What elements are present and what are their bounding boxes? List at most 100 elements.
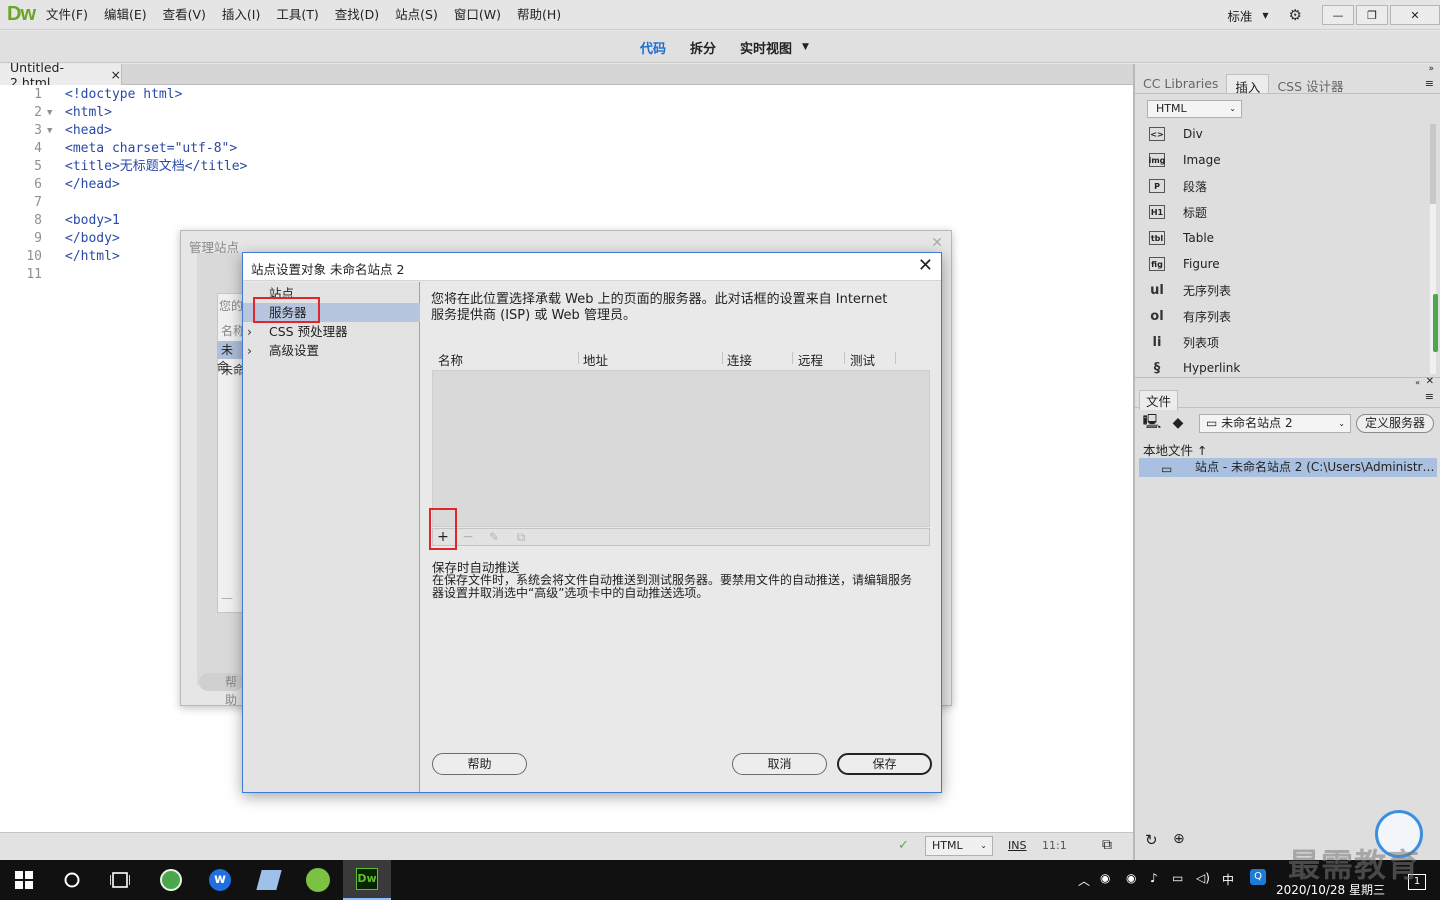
site-root-row[interactable]: ▭ 站点 - 未命名站点 2 (C:\Users\Administrator\.…	[1139, 458, 1437, 477]
collapse-icon[interactable]: »	[1428, 64, 1434, 74]
status-bar: ✓ HTML ⌄ INS 11:1 ⧉	[0, 832, 1133, 860]
tab-files[interactable]: 文件	[1139, 390, 1179, 410]
cancel-button[interactable]: 取消	[732, 753, 827, 775]
git-icon[interactable]: ◆	[1167, 414, 1189, 432]
connect-server-icon[interactable]: 🖳	[1141, 414, 1163, 432]
q-app-icon[interactable]: Q	[1250, 869, 1266, 885]
insert-category-label: HTML	[1156, 102, 1187, 115]
menu-find[interactable]: 查找(D)	[327, 0, 387, 30]
menu-site[interactable]: 站点(S)	[387, 0, 446, 30]
network-icon[interactable]: ▭	[1172, 871, 1183, 885]
minimize-button[interactable]: —	[1322, 5, 1354, 25]
insert-div[interactable]: <> Div	[1149, 124, 1203, 144]
insert-image[interactable]: img Image	[1149, 150, 1221, 170]
col-testing[interactable]: 测试	[850, 350, 875, 369]
collapse-icon[interactable]: «	[1415, 378, 1420, 387]
nav-advanced[interactable]: › 高级设置	[243, 341, 420, 360]
local-files-header[interactable]: 本地文件 ↑	[1143, 440, 1207, 459]
tab-css-designer[interactable]: CSS 设计器	[1269, 74, 1351, 94]
notes-icon	[256, 870, 282, 890]
help-button[interactable]: 帮助	[432, 753, 527, 775]
edit-server-button[interactable]: ✎	[484, 529, 504, 545]
sync-settings-icon[interactable]: ⚙	[1289, 6, 1302, 24]
define-server-button[interactable]: 定义服务器	[1356, 414, 1434, 433]
close-tab-icon[interactable]: ×	[111, 67, 121, 82]
document-type-select[interactable]: HTML ⌄	[925, 836, 993, 856]
insert-ol[interactable]: ol 有序列表	[1149, 306, 1231, 326]
tab-cc-libraries[interactable]: CC Libraries	[1135, 74, 1226, 93]
insert-hyperlink[interactable]: § Hyperlink	[1149, 358, 1241, 378]
insert-category-select[interactable]: HTML ⌄	[1147, 100, 1242, 118]
insert-heading[interactable]: H1 标题	[1149, 202, 1207, 222]
servers-list[interactable]	[432, 370, 930, 527]
close-panel-icon[interactable]: ✕	[1426, 376, 1434, 387]
col-connection[interactable]: 连接	[727, 350, 752, 369]
taskbar-app[interactable]	[294, 860, 342, 900]
insert-mode: INS	[1008, 839, 1027, 852]
manage-selected-row[interactable]: 未命	[217, 341, 243, 374]
restore-button[interactable]: ❐	[1356, 5, 1388, 25]
paragraph-icon: P	[1149, 179, 1165, 193]
qq-icon[interactable]: ◉	[1126, 871, 1136, 885]
volume-icon[interactable]: ◁)	[1196, 871, 1210, 885]
site-select[interactable]: ▭ 未命名站点 2 ⌄	[1199, 414, 1351, 433]
chevron-up-icon[interactable]: ︿	[1078, 872, 1090, 889]
site-root-label: 站点 - 未命名站点 2 (C:\Users\Administrator\...	[1195, 460, 1437, 474]
close-icon[interactable]: ✕	[918, 255, 933, 276]
remove-server-button[interactable]: −	[458, 529, 478, 545]
duplicate-server-button[interactable]: ⧉	[511, 529, 531, 545]
chevron-down-icon[interactable]: ▼	[802, 42, 809, 52]
panel-menu-icon[interactable]: ≡	[1425, 390, 1434, 403]
insert-li[interactable]: li 列表项	[1149, 332, 1219, 352]
dialog-titlebar: 站点设置对象 未命名站点 2 ✕	[243, 253, 941, 281]
folder-icon: ▭	[1206, 416, 1222, 430]
view-split-button[interactable]: 拆分	[690, 38, 716, 57]
globe-icon[interactable]: ⊕	[1173, 831, 1185, 847]
save-button[interactable]: 保存	[837, 753, 932, 775]
menu-insert[interactable]: 插入(I)	[214, 0, 268, 30]
manage-help-button[interactable]: 帮助	[199, 673, 243, 707]
panel-menu-icon[interactable]: ≡	[1425, 77, 1434, 90]
taskbar-notes[interactable]	[245, 860, 293, 900]
code-line: 5 <title>无标题文档</title>	[34, 159, 248, 174]
col-address[interactable]: 地址	[583, 350, 608, 369]
nav-css-preprocessor[interactable]: › CSS 预处理器	[243, 322, 420, 341]
site-select-label: 未命名站点 2	[1221, 416, 1293, 430]
ime-indicator[interactable]: 中	[1222, 871, 1234, 888]
qq-icon[interactable]: ◉	[1100, 871, 1110, 885]
tab-insert[interactable]: 插入	[1226, 74, 1270, 95]
close-window-button[interactable]: ✕	[1390, 5, 1440, 25]
taskbar-browser[interactable]	[147, 860, 195, 900]
menu-edit[interactable]: 编辑(E)	[96, 0, 155, 30]
site-setup-dialog: 站点设置对象 未命名站点 2 ✕ 站点 服务器 › CSS 预处理器 › 高级设置 …	[242, 252, 942, 793]
chevron-down-icon: ▼	[1262, 10, 1269, 20]
preview-icon[interactable]: ⧉	[1102, 837, 1112, 853]
menu-window[interactable]: 窗口(W)	[446, 0, 509, 30]
menu-bar: Dw 文件(F) 编辑(E) 查看(V) 插入(I) 工具(T) 查找(D) 站…	[0, 0, 1440, 30]
view-code-button[interactable]: 代码	[640, 38, 666, 57]
notification-bell-icon[interactable]: ♪	[1150, 871, 1158, 885]
col-name[interactable]: 名称	[438, 350, 463, 369]
taskbar-wps[interactable]: w	[196, 860, 244, 900]
document-tab[interactable]: Untitled-2.html ×	[0, 60, 122, 90]
col-remote[interactable]: 远程	[798, 350, 823, 369]
insert-ul[interactable]: ul 无序列表	[1149, 280, 1231, 300]
menu-tools[interactable]: 工具(T)	[268, 0, 326, 30]
menu-help[interactable]: 帮助(H)	[509, 0, 569, 30]
taskbar-dreamweaver[interactable]: Dw	[343, 860, 391, 900]
start-button[interactable]	[0, 860, 48, 900]
insert-paragraph[interactable]: P 段落	[1149, 176, 1207, 196]
windows-taskbar: w Dw ︿ ◉ ◉ ♪ ▭ ◁) 中 Q 2020/10/28 星期三 1	[0, 860, 1440, 900]
insert-figure[interactable]: fig Figure	[1149, 254, 1220, 274]
menu-view[interactable]: 查看(V)	[155, 0, 214, 30]
task-view-button[interactable]	[96, 860, 144, 900]
insert-table[interactable]: tbl Table	[1149, 228, 1214, 248]
close-icon[interactable]: ✕	[931, 235, 943, 251]
code-line: 6 </head>	[34, 177, 120, 192]
workspace-switcher[interactable]: 标准 ▼	[1227, 6, 1268, 25]
search-button[interactable]	[48, 860, 96, 900]
menu-file[interactable]: 文件(F)	[38, 0, 96, 30]
view-live-button[interactable]: 实时视图	[740, 38, 792, 57]
view-bar: 代码 拆分 实时视图 ▼	[0, 31, 1440, 63]
refresh-icon[interactable]: ↻	[1145, 831, 1158, 849]
